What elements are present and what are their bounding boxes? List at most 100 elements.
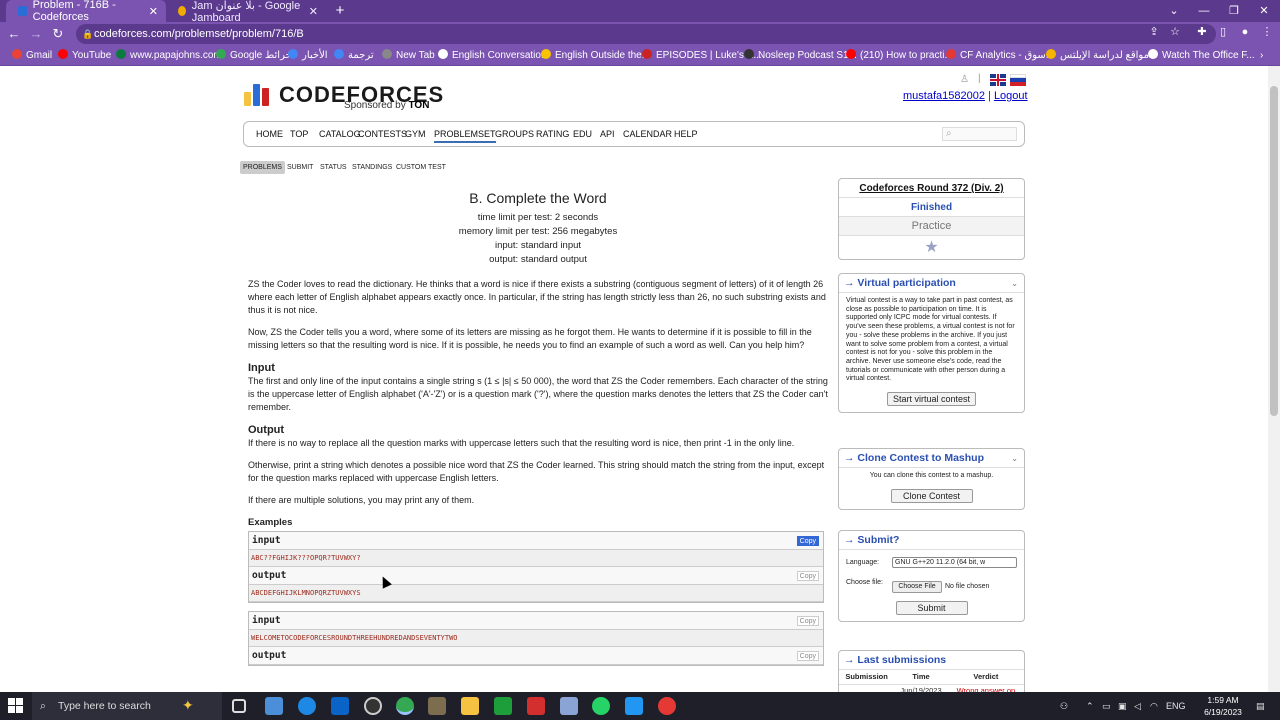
copy-button[interactable]: Copy (796, 651, 819, 661)
tab-search-icon[interactable]: ⌄ (1160, 2, 1188, 20)
user-icon[interactable]: ♙ (960, 74, 969, 85)
menu-problemset[interactable]: PROBLEMSET (434, 129, 496, 143)
bookmark-google-maps[interactable]: Google خرائط (216, 46, 292, 66)
example-input[interactable]: WELCOMETOCODEFORCESROUNDTHREEHUNDREDANDS… (249, 630, 823, 647)
bookmark-news[interactable]: الأخبار (288, 46, 328, 66)
menu-help[interactable]: HELP (674, 129, 698, 139)
chrome-icon[interactable] (396, 697, 414, 715)
wifi-icon[interactable]: ◠ (1150, 692, 1158, 720)
taskbar-search-input[interactable]: ⌕ Type here to search ✦ (32, 692, 222, 720)
browser-tab[interactable]: Jam بلا عنوان - Google Jamboard ✕ (166, 0, 326, 24)
bookmark-papajohns[interactable]: www.papajohns.com (116, 46, 222, 66)
profile-avatar-icon[interactable]: ● (1236, 23, 1254, 41)
scrollbar-thumb[interactable] (1270, 86, 1278, 416)
app-icon[interactable] (560, 697, 578, 715)
site-search-input[interactable]: ⌕ (942, 127, 1017, 141)
menu-edu[interactable]: EDU (573, 129, 592, 139)
menu-rating[interactable]: RATING (536, 129, 569, 139)
keyboard-language[interactable]: ENG (1166, 692, 1186, 720)
clone-contest-button[interactable]: Clone Contest (890, 488, 973, 503)
username-link[interactable]: mustafa1582002 (903, 90, 985, 102)
share-icon[interactable]: ⇪ (1145, 23, 1163, 41)
subtab-custom-test[interactable]: CUSTOM TEST (393, 161, 449, 174)
bookmark-ielts[interactable]: مواقع لدراسة الإيلتس... (1046, 46, 1157, 66)
submission-verdict[interactable]: Wrong answer on (948, 684, 1024, 692)
copy-button[interactable]: Copy (796, 616, 819, 626)
forward-icon[interactable]: → (26, 25, 46, 43)
menu-kebab-icon[interactable]: ⋮ (1258, 23, 1276, 41)
task-view-icon[interactable] (232, 699, 246, 713)
app-icon[interactable] (625, 697, 643, 715)
bookmarks-overflow-icon[interactable]: › (1260, 46, 1263, 66)
start-virtual-contest-button[interactable]: Start virtual contest (886, 392, 977, 407)
example-input[interactable]: ABC??FGHIJK???OPQR?TUVWXY? (249, 550, 823, 567)
copy-button[interactable]: Copy (796, 536, 819, 546)
reload-icon[interactable]: ↻ (48, 25, 68, 43)
bookmark-english-outside[interactable]: English Outside the... (541, 46, 650, 66)
menu-gym[interactable]: GYM (405, 129, 426, 139)
menu-api[interactable]: API (600, 129, 615, 139)
windows-start-icon[interactable] (8, 698, 24, 714)
new-tab-button[interactable]: + (333, 2, 347, 20)
app-icon[interactable] (658, 697, 676, 715)
bookmark-translate[interactable]: ترجمة (334, 46, 374, 66)
side-panel-icon[interactable]: ▯ (1214, 23, 1232, 41)
chevron-down-icon[interactable]: ⌄ (1011, 274, 1018, 293)
bookmark-the-office[interactable]: Watch The Office F... (1148, 46, 1255, 66)
menu-catalog[interactable]: CATALOG (319, 129, 361, 139)
logout-link[interactable]: Logout (994, 90, 1028, 102)
show-hidden-icons-icon[interactable]: ⌃ (1086, 692, 1094, 720)
menu-top[interactable]: TOP (290, 129, 308, 139)
taskbar-clock[interactable]: 1:59 AM 6/19/2023 (1198, 694, 1248, 718)
russia-flag-icon[interactable] (1010, 74, 1026, 86)
subtab-status[interactable]: STATUS (317, 161, 350, 174)
restore-icon[interactable]: ❐ (1220, 2, 1248, 20)
whatsapp-icon[interactable] (592, 697, 610, 715)
bookmark-new-tab[interactable]: New Tab (382, 46, 435, 66)
menu-home[interactable]: HOME (256, 129, 283, 139)
chevron-down-icon[interactable]: ⌄ (1011, 449, 1018, 468)
file-explorer-icon[interactable] (461, 697, 479, 715)
mail-icon[interactable] (331, 697, 349, 715)
app-icon[interactable] (428, 697, 446, 715)
volume-icon[interactable]: ◁ (1134, 692, 1141, 720)
media-player-icon[interactable] (364, 697, 382, 715)
close-icon[interactable]: ✕ (149, 5, 158, 18)
extensions-icon[interactable]: ✚ (1193, 23, 1211, 41)
network-icon[interactable]: ▣ (1118, 692, 1127, 720)
close-icon[interactable]: ✕ (309, 5, 318, 18)
subtab-problems[interactable]: PROBLEMS (240, 161, 285, 174)
codeforces-logo[interactable]: CODEFORCES Sponsored by TON (244, 80, 444, 114)
acrobat-icon[interactable] (527, 697, 545, 715)
menu-groups[interactable]: GROUPS (495, 129, 534, 139)
submission-id[interactable] (839, 684, 894, 692)
page-scrollbar[interactable] (1268, 66, 1280, 692)
example-output[interactable]: ABCDEFGHIJKLMNOPQRZTUVWXYS (249, 585, 823, 602)
back-icon[interactable]: ← (4, 25, 24, 43)
app-icon[interactable] (265, 697, 283, 715)
copy-button[interactable]: Copy (796, 571, 819, 581)
subtab-standings[interactable]: STANDINGS (349, 161, 395, 174)
minimize-icon[interactable]: — (1190, 2, 1218, 20)
app-icon[interactable] (494, 697, 512, 715)
bookmark-youtube[interactable]: YouTube (58, 46, 111, 66)
edge-icon[interactable] (298, 697, 316, 715)
bookmark-english-conversation[interactable]: English Conversatio... (438, 46, 549, 66)
browser-tab-active[interactable]: Problem - 716B - Codeforces ✕ (6, 0, 166, 23)
bookmark-star-icon[interactable]: ☆ (1166, 23, 1184, 41)
choose-file-button[interactable]: Choose File (892, 581, 942, 593)
submit-button[interactable]: Submit (895, 601, 968, 615)
contest-name-link[interactable]: Codeforces Round 372 (Div. 2) (839, 179, 1024, 198)
notifications-icon[interactable]: ▤ (1256, 692, 1265, 720)
subtab-submit[interactable]: SUBMIT (284, 161, 316, 174)
menu-contests[interactable]: CONTESTS (358, 129, 407, 139)
bookmark-nosleep[interactable]: Nosleep Podcast S1... (744, 46, 857, 66)
bookmark-how-to-practice[interactable]: (210) How to practi... (846, 46, 953, 66)
bookmark-cf-analytics[interactable]: CF Analytics - سوق... (946, 46, 1054, 66)
bookmark-gmail[interactable]: Gmail (12, 46, 52, 66)
people-icon[interactable]: ⚇ (1060, 692, 1068, 720)
battery-icon[interactable]: ▭ (1102, 692, 1111, 720)
address-bar[interactable]: 🔒 codeforces.com/problemset/problem/716/… (76, 24, 1216, 44)
star-icon[interactable]: ★ (839, 236, 1024, 259)
uk-flag-icon[interactable] (990, 74, 1006, 86)
